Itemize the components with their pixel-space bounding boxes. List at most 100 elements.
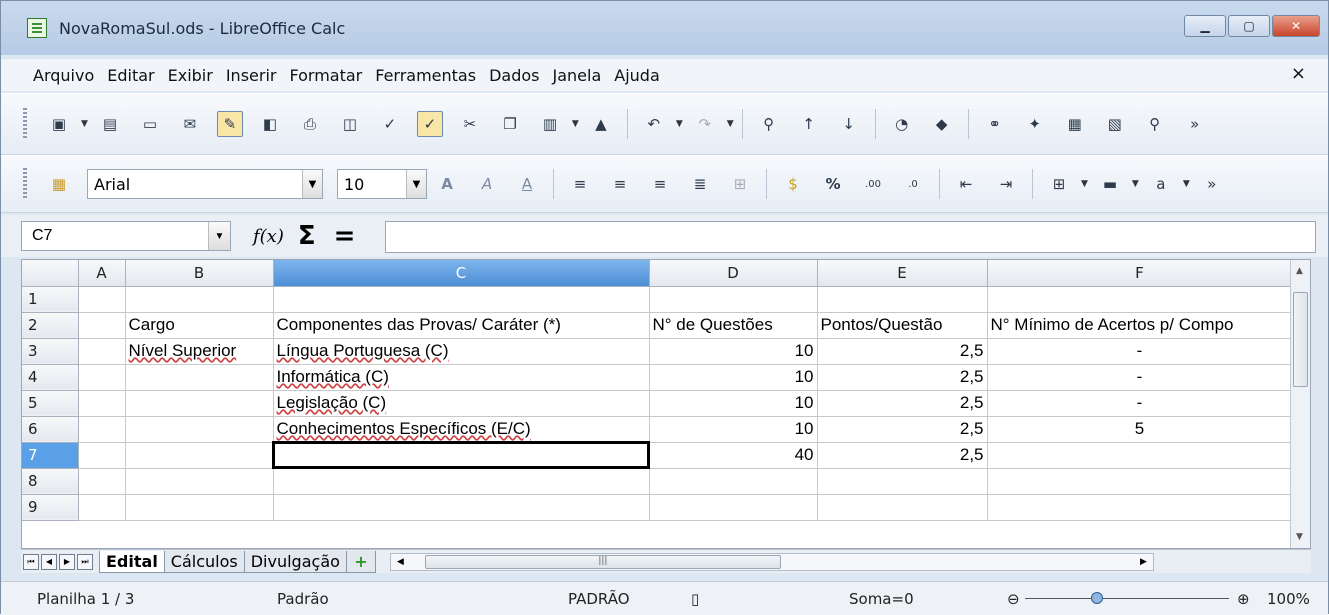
row-header[interactable]: 4 xyxy=(22,364,79,391)
zoom-out-icon[interactable]: ⊖ xyxy=(1007,590,1020,608)
cell-b8[interactable] xyxy=(125,468,274,495)
cell-d7[interactable]: 40 xyxy=(649,442,818,469)
cell-f8[interactable] xyxy=(987,468,1293,495)
toolbar-grip[interactable] xyxy=(23,168,27,200)
new-document-icon[interactable]: ▣ xyxy=(46,111,72,137)
copy-icon[interactable]: ❐ xyxy=(497,111,523,137)
cell-e7[interactable]: 2,5 xyxy=(817,442,988,469)
cell-c8[interactable] xyxy=(273,468,650,495)
redo-dropdown-icon[interactable]: ▼ xyxy=(727,119,734,129)
sort-descending-icon[interactable]: ↓ xyxy=(836,111,862,137)
clone-formatting-icon[interactable]: ▲ xyxy=(588,111,614,137)
cell-c2[interactable]: Componentes das Provas/ Caráter (*) xyxy=(273,312,650,339)
column-header-d[interactable]: D xyxy=(649,260,818,287)
cell-d5[interactable]: 10 xyxy=(649,390,818,417)
menu-ferramentas[interactable]: Ferramentas xyxy=(375,66,476,85)
decrease-indent-icon[interactable]: ⇤ xyxy=(953,171,979,197)
cell-f6[interactable]: 5 xyxy=(987,416,1293,443)
export-pdf-icon[interactable]: ◧ xyxy=(257,111,283,137)
cell-d4[interactable]: 10 xyxy=(649,364,818,391)
row-header[interactable]: 3 xyxy=(22,338,79,365)
close-document-icon[interactable]: × xyxy=(1291,63,1306,84)
scroll-down-icon[interactable]: ▼ xyxy=(1296,532,1303,542)
increase-indent-icon[interactable]: ⇥ xyxy=(993,171,1019,197)
function-wizard-icon[interactable]: f(x) xyxy=(253,226,284,247)
navigator-icon[interactable]: ✦ xyxy=(1022,111,1048,137)
open-icon[interactable]: ▤ xyxy=(97,111,123,137)
new-dropdown-icon[interactable]: ▼ xyxy=(81,119,88,129)
paste-dropdown-icon[interactable]: ▼ xyxy=(572,119,579,129)
column-header-b[interactable]: B xyxy=(125,260,274,287)
autospellcheck-icon[interactable]: ✓ xyxy=(416,111,443,137)
remove-decimal-icon[interactable]: .0 xyxy=(900,171,926,197)
hyperlink-icon[interactable]: ⚲ xyxy=(756,111,782,137)
row-header[interactable]: 7 xyxy=(22,442,79,469)
cell-f5[interactable]: - xyxy=(987,390,1293,417)
horizontal-scrollbar[interactable]: ◀ ||| ▶ xyxy=(389,552,1154,571)
cell-d9[interactable] xyxy=(649,494,818,521)
cell-a6[interactable] xyxy=(78,416,126,443)
percent-format-icon[interactable]: % xyxy=(820,171,846,197)
sort-ascending-icon[interactable]: ↑ xyxy=(796,111,822,137)
menu-editar[interactable]: Editar xyxy=(107,66,154,85)
minimize-button[interactable]: ▁ xyxy=(1184,15,1226,37)
background-dropdown-icon[interactable]: ▼ xyxy=(1132,179,1139,189)
cell-b2[interactable]: Cargo xyxy=(125,312,274,339)
menu-formatar[interactable]: Formatar xyxy=(289,66,362,85)
scroll-thumb[interactable] xyxy=(1293,292,1308,387)
cell-d1[interactable] xyxy=(649,286,818,313)
cut-icon[interactable]: ✂ xyxy=(457,111,483,137)
styles-formatting-icon[interactable]: ▦ xyxy=(46,171,72,197)
toolbar-overflow-icon[interactable]: » xyxy=(1182,111,1208,137)
chevron-down-icon[interactable]: ▼ xyxy=(406,170,426,198)
cell-a1[interactable] xyxy=(78,286,126,313)
add-decimal-icon[interactable]: .00 xyxy=(860,171,886,197)
cell-b4[interactable] xyxy=(125,364,274,391)
zoom-in-icon[interactable]: ⊕ xyxy=(1237,590,1250,608)
cell-f4[interactable]: - xyxy=(987,364,1293,391)
background-color-icon[interactable]: ▬ xyxy=(1097,171,1123,197)
row-header[interactable]: 6 xyxy=(22,416,79,443)
scroll-right-icon[interactable]: ▶ xyxy=(1140,557,1147,567)
cell-e4[interactable]: 2,5 xyxy=(817,364,988,391)
row-header[interactable]: 5 xyxy=(22,390,79,417)
maximize-button[interactable]: ▢ xyxy=(1228,15,1270,37)
close-button[interactable]: ✕ xyxy=(1272,15,1320,37)
borders-icon[interactable]: ⊞ xyxy=(1046,171,1072,197)
page-style[interactable]: Padrão xyxy=(277,590,329,608)
cell-c1[interactable] xyxy=(273,286,650,313)
edit-mode-icon[interactable]: ✎ xyxy=(216,111,243,137)
font-size-combo[interactable]: 10 ▼ xyxy=(337,169,427,199)
row-header[interactable]: 2 xyxy=(22,312,79,339)
italic-icon[interactable]: A xyxy=(474,171,500,197)
zoom-icon[interactable]: ⚲ xyxy=(1142,111,1168,137)
justify-icon[interactable]: ≣ xyxy=(687,171,713,197)
cell-a4[interactable] xyxy=(78,364,126,391)
cell-b1[interactable] xyxy=(125,286,274,313)
show-draw-functions-icon[interactable]: ◆ xyxy=(929,111,955,137)
cell-a9[interactable] xyxy=(78,494,126,521)
sum-icon[interactable]: Σ xyxy=(298,221,316,251)
cell-e1[interactable] xyxy=(817,286,988,313)
font-color-icon[interactable]: a xyxy=(1148,171,1174,197)
cell-e6[interactable]: 2,5 xyxy=(817,416,988,443)
zoom-slider-knob[interactable] xyxy=(1091,592,1103,604)
cell-d6[interactable]: 10 xyxy=(649,416,818,443)
next-sheet-icon[interactable]: ▶ xyxy=(59,553,75,570)
cell-e5[interactable]: 2,5 xyxy=(817,390,988,417)
insert-mode[interactable]: PADRÃO xyxy=(568,590,630,608)
cell-a7[interactable] xyxy=(78,442,126,469)
chevron-down-icon[interactable]: ▼ xyxy=(302,170,322,198)
row-header[interactable]: 1 xyxy=(22,286,79,313)
chart-icon[interactable]: ◔ xyxy=(889,111,915,137)
scroll-up-icon[interactable]: ▲ xyxy=(1296,266,1303,276)
row-header[interactable]: 8 xyxy=(22,468,79,495)
find-replace-icon[interactable]: ⚭ xyxy=(982,111,1008,137)
cell-f3[interactable]: - xyxy=(987,338,1293,365)
cell-b9[interactable] xyxy=(125,494,274,521)
sum-display[interactable]: Soma=0 xyxy=(849,590,914,608)
cell-e2[interactable]: Pontos/Questão xyxy=(817,312,988,339)
cell-c3[interactable]: Língua Portuguesa (C) xyxy=(273,338,650,365)
paste-icon[interactable]: ▥ xyxy=(537,111,563,137)
vertical-scrollbar[interactable]: ▲ ▼ xyxy=(1290,260,1310,548)
